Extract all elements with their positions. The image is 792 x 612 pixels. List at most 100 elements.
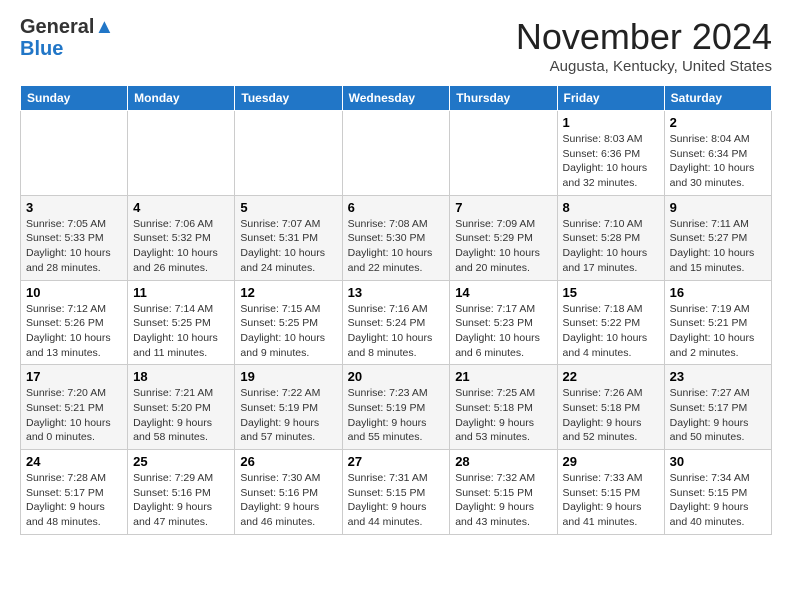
day-number: 22	[563, 369, 659, 384]
calendar-cell: 2 Sunrise: 8:04 AM Sunset: 6:34 PM Daylig…	[664, 111, 771, 196]
day-info: Sunrise: 7:10 AM Sunset: 5:28 PM Dayligh…	[563, 217, 659, 276]
day-number: 7	[455, 200, 551, 215]
day-info: Sunrise: 7:28 AM Sunset: 5:17 PM Dayligh…	[26, 471, 122, 530]
calendar-week-row: 17Sunrise: 7:20 AM Sunset: 5:21 PM Dayli…	[21, 365, 772, 450]
day-number: 17	[26, 369, 122, 384]
calendar-cell: 21 Sunrise: 7:25 AM Sunset: 5:18 PM Dayli…	[450, 365, 557, 450]
day-info: Sunrise: 7:23 AM Sunset: 5:19 PM Dayligh…	[348, 386, 445, 445]
calendar-cell: 8 Sunrise: 7:10 AM Sunset: 5:28 PM Daylig…	[557, 195, 664, 280]
day-info: Sunrise: 7:32 AM Sunset: 5:15 PM Dayligh…	[455, 471, 551, 530]
weekday-header-monday: Monday	[128, 86, 235, 111]
day-number: 25	[133, 454, 229, 469]
day-number: 13	[348, 285, 445, 300]
day-number: 5	[240, 200, 336, 215]
day-number: 30	[670, 454, 766, 469]
calendar-cell: 25 Sunrise: 7:29 AM Sunset: 5:16 PM Dayli…	[128, 450, 235, 535]
calendar-cell: 29 Sunrise: 7:33 AM Sunset: 5:15 PM Dayli…	[557, 450, 664, 535]
calendar-cell	[342, 111, 450, 196]
day-number: 18	[133, 369, 229, 384]
day-number: 8	[563, 200, 659, 215]
day-number: 20	[348, 369, 445, 384]
day-info: Sunrise: 7:17 AM Sunset: 5:23 PM Dayligh…	[455, 302, 551, 361]
calendar-cell: 3 Sunrise: 7:05 AM Sunset: 5:33 PM Daylig…	[21, 195, 128, 280]
month-title: November 2024	[516, 16, 772, 58]
day-number: 9	[670, 200, 766, 215]
calendar-cell: 4 Sunrise: 7:06 AM Sunset: 5:32 PM Daylig…	[128, 195, 235, 280]
day-number: 6	[348, 200, 445, 215]
calendar-week-row: 3 Sunrise: 7:05 AM Sunset: 5:33 PM Daylig…	[21, 195, 772, 280]
calendar-cell: 19 Sunrise: 7:22 AM Sunset: 5:19 PM Dayli…	[235, 365, 342, 450]
day-number: 23	[670, 369, 766, 384]
weekday-header-friday: Friday	[557, 86, 664, 111]
day-info: Sunrise: 7:31 AM Sunset: 5:15 PM Dayligh…	[348, 471, 445, 530]
calendar-cell: 30 Sunrise: 7:34 AM Sunset: 5:15 PM Dayli…	[664, 450, 771, 535]
calendar-cell: 26 Sunrise: 7:30 AM Sunset: 5:16 PM Dayli…	[235, 450, 342, 535]
day-info: Sunrise: 7:22 AM Sunset: 5:19 PM Dayligh…	[240, 386, 336, 445]
location: Augusta, Kentucky, United States	[516, 58, 772, 75]
day-number: 4	[133, 200, 229, 215]
day-info: Sunrise: 7:29 AM Sunset: 5:16 PM Dayligh…	[133, 471, 229, 530]
day-number: 19	[240, 369, 336, 384]
day-info: Sunrise: 7:34 AM Sunset: 5:15 PM Dayligh…	[670, 471, 766, 530]
day-info: Sunrise: 7:11 AM Sunset: 5:27 PM Dayligh…	[670, 217, 766, 276]
day-number: 24	[26, 454, 122, 469]
day-number: 14	[455, 285, 551, 300]
calendar-cell	[21, 111, 128, 196]
day-info: Sunrise: 7:33 AM Sunset: 5:15 PM Dayligh…	[563, 471, 659, 530]
day-info: Sunrise: 7:14 AM Sunset: 5:25 PM Dayligh…	[133, 302, 229, 361]
day-number: 29	[563, 454, 659, 469]
logo-text: General▲ Blue	[20, 16, 114, 60]
day-info: Sunrise: 7:08 AM Sunset: 5:30 PM Dayligh…	[348, 217, 445, 276]
day-number: 2	[670, 115, 766, 130]
calendar-table: SundayMondayTuesdayWednesdayThursdayFrid…	[20, 85, 772, 535]
calendar-cell: 17Sunrise: 7:20 AM Sunset: 5:21 PM Dayli…	[21, 365, 128, 450]
day-number: 21	[455, 369, 551, 384]
day-number: 26	[240, 454, 336, 469]
day-number: 28	[455, 454, 551, 469]
day-number: 10	[26, 285, 122, 300]
calendar-cell: 18 Sunrise: 7:21 AM Sunset: 5:20 PM Dayli…	[128, 365, 235, 450]
day-number: 3	[26, 200, 122, 215]
day-info: Sunrise: 7:12 AM Sunset: 5:26 PM Dayligh…	[26, 302, 122, 361]
calendar-cell: 11 Sunrise: 7:14 AM Sunset: 5:25 PM Dayli…	[128, 280, 235, 365]
logo: General▲ Blue	[20, 16, 114, 60]
day-info: Sunrise: 7:09 AM Sunset: 5:29 PM Dayligh…	[455, 217, 551, 276]
day-number: 16	[670, 285, 766, 300]
day-info: Sunrise: 7:27 AM Sunset: 5:17 PM Dayligh…	[670, 386, 766, 445]
calendar-cell	[235, 111, 342, 196]
weekday-header-wednesday: Wednesday	[342, 86, 450, 111]
calendar-cell: 23 Sunrise: 7:27 AM Sunset: 5:17 PM Dayli…	[664, 365, 771, 450]
day-info: Sunrise: 7:16 AM Sunset: 5:24 PM Dayligh…	[348, 302, 445, 361]
calendar-cell: 6 Sunrise: 7:08 AM Sunset: 5:30 PM Daylig…	[342, 195, 450, 280]
day-info: Sunrise: 7:06 AM Sunset: 5:32 PM Dayligh…	[133, 217, 229, 276]
calendar-cell: 5Sunrise: 7:07 AM Sunset: 5:31 PM Daylig…	[235, 195, 342, 280]
day-number: 27	[348, 454, 445, 469]
calendar-cell: 20 Sunrise: 7:23 AM Sunset: 5:19 PM Dayli…	[342, 365, 450, 450]
day-info: Sunrise: 7:05 AM Sunset: 5:33 PM Dayligh…	[26, 217, 122, 276]
day-info: Sunrise: 7:26 AM Sunset: 5:18 PM Dayligh…	[563, 386, 659, 445]
calendar-cell: 12 Sunrise: 7:15 AM Sunset: 5:25 PM Dayli…	[235, 280, 342, 365]
weekday-header-saturday: Saturday	[664, 86, 771, 111]
day-info: Sunrise: 7:30 AM Sunset: 5:16 PM Dayligh…	[240, 471, 336, 530]
calendar-week-row: 24 Sunrise: 7:28 AM Sunset: 5:17 PM Dayli…	[21, 450, 772, 535]
calendar-cell: 1Sunrise: 8:03 AM Sunset: 6:36 PM Daylig…	[557, 111, 664, 196]
calendar-week-row: 10 Sunrise: 7:12 AM Sunset: 5:26 PM Dayli…	[21, 280, 772, 365]
day-info: Sunrise: 7:15 AM Sunset: 5:25 PM Dayligh…	[240, 302, 336, 361]
title-block: November 2024 Augusta, Kentucky, United …	[516, 16, 772, 75]
day-info: Sunrise: 8:03 AM Sunset: 6:36 PM Dayligh…	[563, 132, 659, 191]
page-header: General▲ Blue November 2024 Augusta, Ken…	[20, 16, 772, 75]
calendar-cell: 16Sunrise: 7:19 AM Sunset: 5:21 PM Dayli…	[664, 280, 771, 365]
day-number: 11	[133, 285, 229, 300]
calendar-cell	[450, 111, 557, 196]
day-number: 12	[240, 285, 336, 300]
day-info: Sunrise: 7:21 AM Sunset: 5:20 PM Dayligh…	[133, 386, 229, 445]
calendar-cell: 9 Sunrise: 7:11 AM Sunset: 5:27 PM Daylig…	[664, 195, 771, 280]
day-number: 15	[563, 285, 659, 300]
calendar-cell: 10 Sunrise: 7:12 AM Sunset: 5:26 PM Dayli…	[21, 280, 128, 365]
day-info: Sunrise: 7:25 AM Sunset: 5:18 PM Dayligh…	[455, 386, 551, 445]
calendar-cell: 28 Sunrise: 7:32 AM Sunset: 5:15 PM Dayli…	[450, 450, 557, 535]
day-info: Sunrise: 8:04 AM Sunset: 6:34 PM Dayligh…	[670, 132, 766, 191]
day-info: Sunrise: 7:18 AM Sunset: 5:22 PM Dayligh…	[563, 302, 659, 361]
weekday-header-tuesday: Tuesday	[235, 86, 342, 111]
weekday-header-thursday: Thursday	[450, 86, 557, 111]
